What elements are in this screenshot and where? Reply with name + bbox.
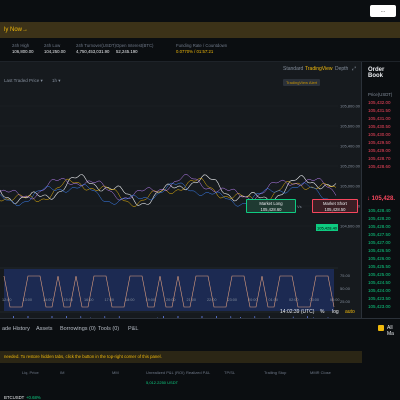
order-book-panel: Order Book Price(USDT) 105,432.00 105,431… <box>363 62 400 318</box>
auto-toggle[interactable]: auto <box>345 309 355 315</box>
bid-price[interactable]: 105,428.00 <box>368 224 391 229</box>
promo-banner[interactable]: ly Now→ <box>0 22 400 38</box>
bid-price[interactable]: 105,424.00 <box>368 288 391 293</box>
time-tick: 23:00 <box>228 298 238 302</box>
positions-tab[interactable]: P&L <box>128 326 138 332</box>
bid-price[interactable]: 105,423.50 <box>368 296 391 301</box>
ask-price[interactable]: 105,428.70 <box>368 156 391 161</box>
column-header: TP/SL <box>224 370 236 375</box>
column-header: IM <box>60 370 65 375</box>
positions-panel: ade History Assets Borrowings (0) Tools (0)… <box>0 318 400 400</box>
price-tick: 105,400.00 <box>340 144 361 149</box>
ask-price[interactable]: 105,432.00 <box>368 100 391 105</box>
ask-price[interactable]: 105,430.00 <box>368 132 391 137</box>
stat-value: 0.0770% / 01:57:21 <box>176 49 214 54</box>
all-markets-label: All Ma <box>387 325 394 337</box>
hidden-tabs-notice: needed. To restore hidden tabs, click th… <box>0 351 362 363</box>
percent-toggle[interactable]: % <box>320 309 324 315</box>
stat-1: 24h Low 104,250.00 <box>44 43 66 55</box>
oscillator-band <box>4 269 334 311</box>
pair-change: +0.68% <box>26 395 41 400</box>
column-header: Unrealized P&L (ROI) <box>146 370 185 375</box>
ask-price[interactable]: 105,431.50 <box>368 108 391 113</box>
cell: 5,012.2250 USDT <box>146 380 179 385</box>
stat-value: 52,245.190 <box>116 49 138 54</box>
all-markets-checkbox[interactable] <box>378 325 384 331</box>
bid-price[interactable]: 105,425.00 <box>368 272 391 277</box>
column-header: MM <box>112 370 119 375</box>
market-long-button[interactable]: Market Long 105,428.60 <box>246 199 296 213</box>
order-book-title: Order Book <box>368 67 385 79</box>
ask-price[interactable]: 105,429.00 <box>368 148 391 153</box>
order-book-mid-price: ↓ 105,428. <box>367 196 396 202</box>
bid-price[interactable]: 105,423.00 <box>368 304 391 309</box>
log-toggle[interactable]: log <box>332 309 339 315</box>
price-tick: 105,800.00 <box>340 104 361 109</box>
time-tick: 20:00 <box>166 298 176 302</box>
stat-2: 24h Turnover(USDT) 4,750,453,031.90 <box>76 43 116 55</box>
column-header: MMR Close <box>310 370 331 375</box>
time-tick: 01:00 <box>269 298 279 302</box>
stat-0: 24h High 106,800.00 <box>12 43 34 55</box>
top-nav-bar: ... <box>0 0 400 22</box>
stat-value: 106,800.00 <box>12 49 34 54</box>
column-header: Trailing Stop <box>264 370 287 375</box>
stat-4: Funding Rate / Countdown 0.0770% / 01:57:… <box>176 43 227 55</box>
ask-price[interactable]: 105,429.50 <box>368 140 391 145</box>
pair-symbol: BTCUSDT <box>4 395 25 400</box>
bid-price[interactable]: 105,426.00 <box>368 256 391 261</box>
bid-price[interactable]: 105,428.20 <box>368 216 391 221</box>
utc-clock: 14:02:39 (UTC) <box>280 309 315 315</box>
bid-price[interactable]: 105,428.40 <box>368 208 391 213</box>
time-tick: 22:00 <box>207 298 217 302</box>
ask-price[interactable]: 105,430.50 <box>368 124 391 129</box>
stat-value: 104,250.00 <box>44 49 66 54</box>
positions-tab[interactable]: Borrowings (0) <box>60 326 96 332</box>
price-tick: 105,600.00 <box>340 124 361 129</box>
time-tick: 04:00 <box>330 298 340 302</box>
bid-price[interactable]: 105,427.50 <box>368 232 391 237</box>
bid-price[interactable]: 105,424.50 <box>368 280 391 285</box>
positions-tab[interactable]: Assets <box>36 326 53 332</box>
osc-tick: 50.00 <box>340 286 351 291</box>
time-tick: 17:00 <box>105 298 115 302</box>
positions-tab[interactable]: Tools (0) <box>98 326 119 332</box>
time-tick: 12:00 <box>2 298 12 302</box>
positions-tab[interactable]: ade History <box>2 326 30 332</box>
ask-price[interactable]: 105,428.60 <box>368 164 391 169</box>
column-header: Liq. Price <box>22 370 39 375</box>
positions-table-row: 5,012.2250 USDT <box>0 380 362 388</box>
order-book-price-header: Price(USDT) <box>368 92 393 97</box>
vs-label: Vs <box>297 204 302 209</box>
price-tick: 104,600.00 <box>340 224 361 229</box>
ask-price[interactable]: 105,431.00 <box>368 116 391 121</box>
column-header: Realized P&L <box>186 370 211 375</box>
sign-in-button[interactable]: ... <box>370 5 396 17</box>
stat-value: 4,750,453,031.90 <box>76 49 110 54</box>
time-tick: 16:00 <box>84 298 94 302</box>
bid-price[interactable]: 105,426.50 <box>368 248 391 253</box>
osc-tick: 25.00 <box>340 299 351 304</box>
positions-tabs: ade History Assets Borrowings (0) Tools (0)… <box>0 319 400 339</box>
stat-3: Open Interest(BTC) 52,245.190 <box>116 43 154 55</box>
ticker-stats-bar: 24h High 106,800.00 24h Low 104,250.00 24h T… <box>0 38 400 62</box>
bid-price[interactable]: 105,425.50 <box>368 264 391 269</box>
market-short-button[interactable]: Market Short 105,428.50 <box>312 199 358 213</box>
price-tick: 105,200.00 <box>340 164 361 169</box>
bid-price[interactable]: 105,427.00 <box>368 240 391 245</box>
price-plot-area <box>0 88 338 268</box>
osc-tick: 75.00 <box>340 273 351 278</box>
chart-canvas[interactable]: 105,800.00 105,600.00 105,400.00 105,200.00… <box>0 62 362 318</box>
price-tick: 105,000.00 <box>340 184 361 189</box>
time-tick: 18:00 <box>125 298 135 302</box>
price-chart-panel[interactable]: Standard TradingView Depth ⤢ Last Traded… <box>0 62 362 318</box>
positions-table-header: Liq. Price IM MM Unrealized P&L (ROI) Realiz… <box>0 370 362 378</box>
current-price-tag: 105,428.40 <box>317 225 338 230</box>
time-tick: 00:00 <box>248 298 258 302</box>
